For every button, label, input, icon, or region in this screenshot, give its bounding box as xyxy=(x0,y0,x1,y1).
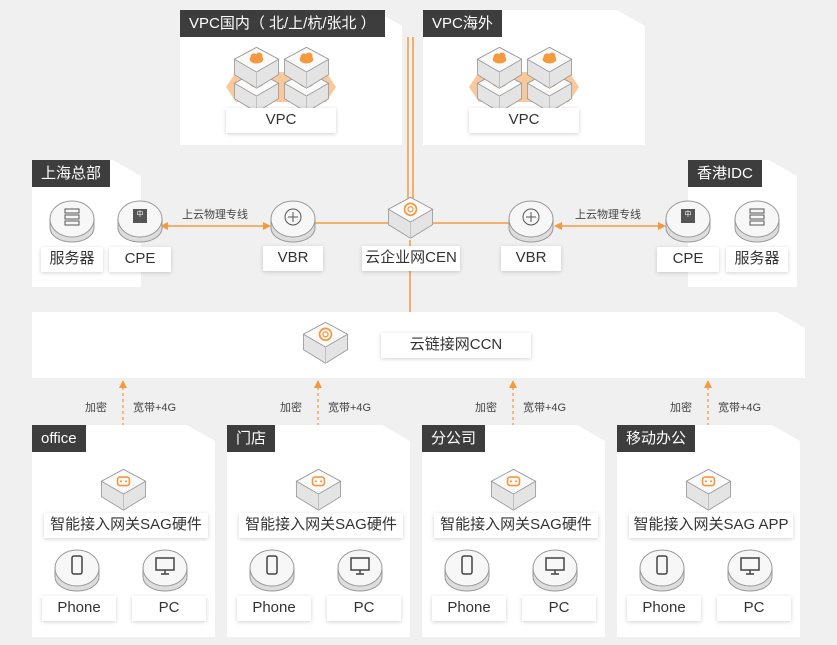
phone-label: Phone xyxy=(627,596,701,621)
bandwidth-label: 宽带+4G xyxy=(133,402,177,414)
hk-idc-title: 香港IDC xyxy=(688,160,762,187)
pc-icon xyxy=(532,549,578,592)
pc-label: PC xyxy=(717,596,791,621)
server-icon xyxy=(49,200,95,243)
cen-icon xyxy=(387,197,433,239)
pc-label: PC xyxy=(522,596,596,621)
vpc-domestic-vpc-icon xyxy=(233,47,279,89)
cpe-label: CPE xyxy=(657,247,719,272)
pc-icon xyxy=(727,549,773,592)
gateway-label: 智能接入网关SAG硬件 xyxy=(434,513,598,538)
phone-icon xyxy=(639,549,685,592)
sag-gateway-icon xyxy=(100,469,146,511)
bandwidth-label: 宽带+4G xyxy=(718,402,762,414)
vpc-domestic-label: VPC xyxy=(226,108,336,133)
vpc-domestic-title: VPC国内（ 北/上/杭/张北 ） xyxy=(180,10,385,37)
phone-icon xyxy=(249,549,295,592)
gateway-label: 智能接入网关SAG硬件 xyxy=(239,513,403,538)
encryption-label: 加密 xyxy=(670,402,692,414)
vbr-left-icon xyxy=(270,200,316,243)
svg-text:中: 中 xyxy=(137,209,144,218)
gateway-label: 智能接入网关SAG APP xyxy=(629,513,793,538)
ccn-icon xyxy=(302,322,348,364)
encryption-label: 加密 xyxy=(475,402,497,414)
cen-label: 云企业网CEN xyxy=(362,246,460,271)
sag-gateway-icon xyxy=(295,469,341,511)
encryption-label: 加密 xyxy=(85,402,107,414)
bandwidth-label: 宽带+4G xyxy=(523,402,567,414)
pc-icon xyxy=(337,549,383,592)
cpe-icon: 中 xyxy=(117,200,163,243)
vpc-overseas-title: VPC海外 xyxy=(423,10,502,37)
vpc-overseas-vpc-icon xyxy=(476,47,522,89)
vbr-left-label: VBR xyxy=(263,246,323,271)
vbr-right-label: VBR xyxy=(501,246,561,271)
leased-line-label-left: 上云物理专线 xyxy=(182,209,248,221)
branch-title: 门店 xyxy=(227,425,276,452)
phone-label: Phone xyxy=(42,596,116,621)
branch-title: 移动办公 xyxy=(617,425,696,452)
vbr-right-icon xyxy=(508,200,554,243)
pc-icon xyxy=(142,549,188,592)
leased-line-label-right: 上云物理专线 xyxy=(575,209,641,221)
phone-label: Phone xyxy=(237,596,311,621)
branch-title: 分公司 xyxy=(422,425,486,452)
pc-label: PC xyxy=(327,596,401,621)
server-icon xyxy=(734,200,780,243)
phone-icon xyxy=(54,549,100,592)
bandwidth-label: 宽带+4G xyxy=(328,402,372,414)
branch-title: office xyxy=(32,425,86,452)
vpc-overseas-vpc-icon xyxy=(526,47,572,89)
cpe-label: CPE xyxy=(109,247,171,272)
server-label: 服务器 xyxy=(726,247,788,272)
gateway-label: 智能接入网关SAG硬件 xyxy=(44,513,208,538)
server-label: 服务器 xyxy=(41,247,103,272)
cpe-icon: 中 xyxy=(665,200,711,243)
svg-text:中: 中 xyxy=(685,209,692,218)
encryption-label: 加密 xyxy=(280,402,302,414)
ccn-label: 云链接网CCN xyxy=(381,333,531,358)
phone-label: Phone xyxy=(432,596,506,621)
phone-icon xyxy=(444,549,490,592)
shanghai-hq-title: 上海总部 xyxy=(32,160,111,187)
sag-gateway-icon xyxy=(490,469,536,511)
pc-label: PC xyxy=(132,596,206,621)
sag-gateway-icon xyxy=(685,469,731,511)
vpc-domestic-vpc-icon xyxy=(283,47,329,89)
vpc-overseas-label: VPC xyxy=(469,108,579,133)
